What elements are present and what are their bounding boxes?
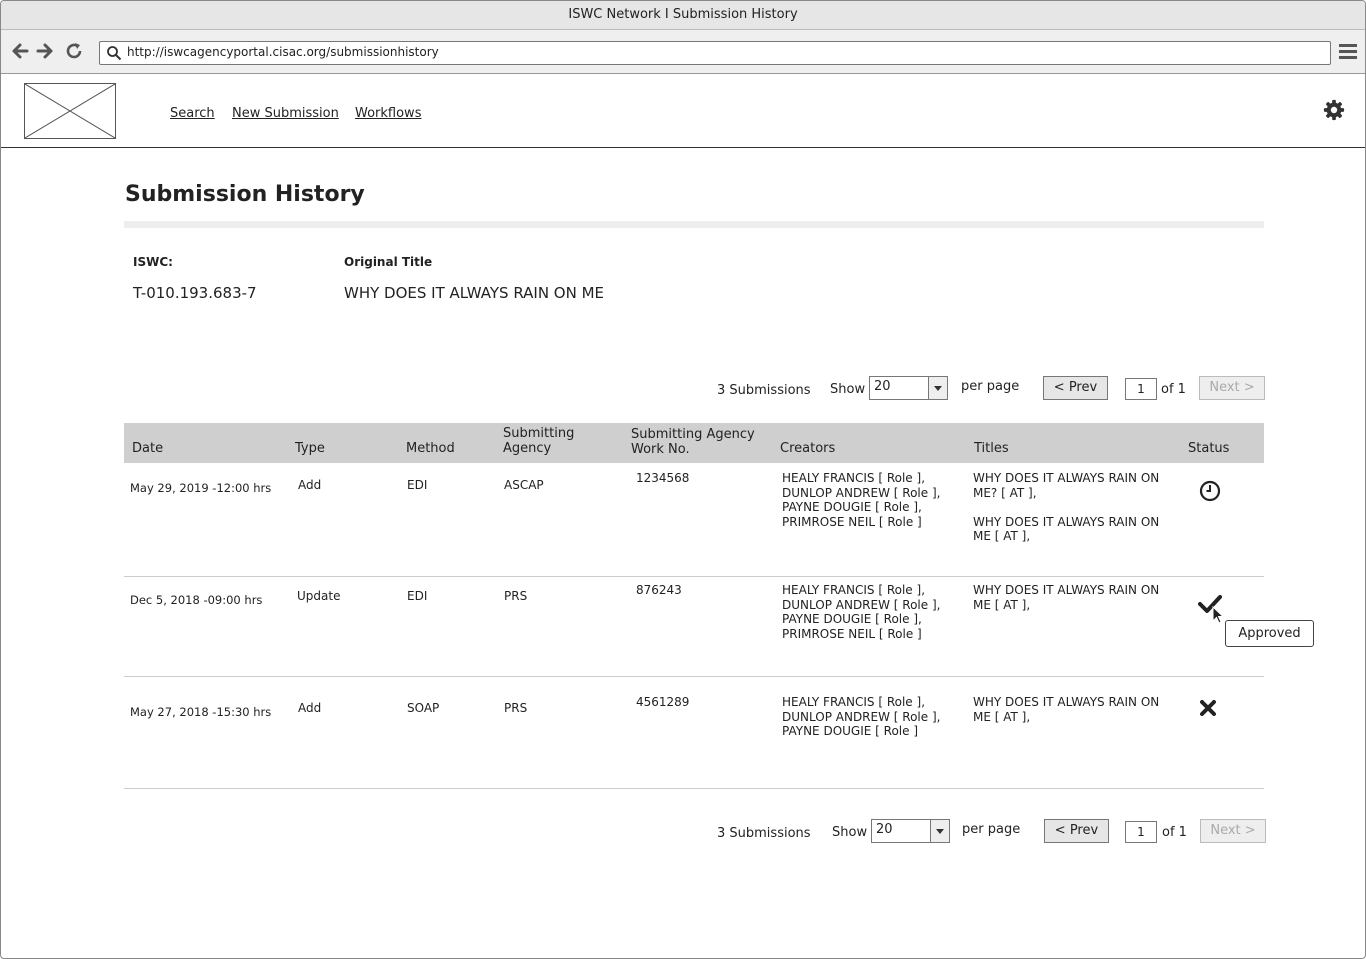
- cross-icon: [1200, 700, 1216, 716]
- row-type: Add: [298, 478, 322, 492]
- column-header-date: Date: [132, 441, 164, 456]
- clock-icon: [1199, 480, 1221, 502]
- prev-page-button[interactable]: < Prev: [1044, 819, 1109, 843]
- original-title-label: Original Title: [344, 255, 433, 269]
- row-method: EDI: [407, 589, 428, 603]
- pagination-top: 3 Submissions Show 20 per page < Prev 1 …: [1, 375, 1365, 401]
- column-header-method: Method: [406, 441, 455, 456]
- page-title: Submission History: [125, 182, 365, 207]
- per-page-select[interactable]: 20: [871, 819, 950, 843]
- column-header-titles: Titles: [974, 441, 1009, 456]
- row-titles: WHY DOES IT ALWAYS RAIN ON ME [ AT ],: [973, 695, 1160, 724]
- column-header-status: Status: [1188, 441, 1230, 456]
- column-header-type: Type: [295, 441, 325, 456]
- row-method: SOAP: [407, 701, 440, 715]
- nav-link-search[interactable]: Search: [170, 106, 215, 121]
- page-number-input[interactable]: 1: [1125, 821, 1157, 843]
- reload-icon[interactable]: [64, 41, 84, 61]
- row-agency: ASCAP: [504, 478, 544, 492]
- chevron-down-icon[interactable]: [928, 377, 947, 399]
- nav-link-new-submission[interactable]: New Submission: [232, 106, 339, 121]
- row-method: EDI: [407, 478, 428, 492]
- gear-icon[interactable]: [1323, 99, 1345, 121]
- hamburger-menu-icon[interactable]: [1339, 43, 1357, 59]
- show-label: Show: [832, 825, 868, 840]
- table-row[interactable]: Dec 5, 2018 -09:00 hrs Update EDI PRS 87…: [124, 564, 1264, 677]
- page-total: of 1: [1162, 825, 1187, 840]
- browser-toolbar: http://iswcagencyportal.cisac.org/submis…: [1, 30, 1365, 74]
- per-page-label: per page: [962, 822, 1021, 837]
- page-total: of 1: [1161, 382, 1186, 397]
- row-date: May 29, 2019 -12:00 hrs: [130, 481, 272, 495]
- original-title-value: WHY DOES IT ALWAYS RAIN ON ME: [344, 284, 605, 302]
- row-creators: HEALY FRANCIS [ Role ], DUNLOP ANDREW [ …: [782, 471, 941, 529]
- app-header: Search New Submission Workflows: [1, 74, 1365, 148]
- row-date: Dec 5, 2018 -09:00 hrs: [130, 593, 263, 607]
- chevron-down-icon[interactable]: [930, 820, 949, 842]
- row-creators: HEALY FRANCIS [ Role ], DUNLOP ANDREW [ …: [782, 583, 941, 641]
- row-titles: WHY DOES IT ALWAYS RAIN ON ME? [ AT ], W…: [973, 471, 1160, 543]
- prev-page-button[interactable]: < Prev: [1043, 376, 1108, 400]
- browser-window: ISWC Network I Submission History http:/…: [0, 0, 1366, 959]
- row-titles: WHY DOES IT ALWAYS RAIN ON ME [ AT ],: [973, 583, 1160, 612]
- pagination-bottom: 3 Submissions Show 20 per page < Prev 1 …: [1, 818, 1365, 844]
- submission-count: 3 Submissions: [717, 383, 811, 398]
- table-row[interactable]: May 27, 2018 -15:30 hrs Add SOAP PRS 456…: [124, 676, 1264, 789]
- row-work-no: 876243: [636, 583, 682, 597]
- next-page-button[interactable]: Next >: [1200, 819, 1266, 843]
- mouse-pointer-icon: [1212, 606, 1225, 624]
- per-page-select[interactable]: 20: [869, 376, 948, 400]
- row-type: Add: [298, 701, 322, 715]
- per-page-label: per page: [961, 379, 1020, 394]
- nav-link-workflows[interactable]: Workflows: [355, 106, 421, 121]
- page-number-input[interactable]: 1: [1125, 378, 1157, 400]
- status-tooltip: Approved: [1225, 620, 1314, 647]
- per-page-value: 20: [876, 822, 893, 837]
- per-page-value: 20: [874, 379, 891, 394]
- show-label: Show: [830, 382, 866, 397]
- url-text: http://iswcagencyportal.cisac.org/submis…: [127, 45, 439, 59]
- row-type: Update: [297, 589, 341, 603]
- submission-count: 3 Submissions: [717, 826, 811, 841]
- row-creators: HEALY FRANCIS [ Role ], DUNLOP ANDREW [ …: [782, 695, 941, 738]
- iswc-value: T-010.193.683-7: [133, 284, 257, 302]
- row-date: May 27, 2018 -15:30 hrs: [130, 705, 272, 719]
- column-header-creators: Creators: [780, 441, 836, 456]
- row-work-no: 1234568: [636, 471, 690, 485]
- column-header-work-no: Submitting Agency Work No.: [631, 427, 755, 457]
- url-bar[interactable]: http://iswcagencyportal.cisac.org/submis…: [99, 41, 1331, 65]
- column-header-agency: Submitting Agency: [503, 426, 575, 456]
- back-arrow-icon[interactable]: [10, 41, 30, 61]
- table-row[interactable]: May 29, 2019 -12:00 hrs Add EDI ASCAP 12…: [124, 464, 1264, 577]
- row-agency: PRS: [504, 589, 528, 603]
- table-header: Date Type Method Submitting Agency Submi…: [124, 423, 1264, 463]
- row-agency: PRS: [504, 701, 528, 715]
- next-page-button[interactable]: Next >: [1199, 376, 1265, 400]
- row-work-no: 4561289: [636, 695, 690, 709]
- title-divider: [124, 221, 1264, 228]
- forward-arrow-icon[interactable]: [35, 41, 55, 61]
- search-icon: [107, 46, 122, 61]
- logo-placeholder-image: [24, 83, 116, 139]
- iswc-label: ISWC:: [133, 255, 173, 269]
- window-title: ISWC Network I Submission History: [1, 1, 1365, 30]
